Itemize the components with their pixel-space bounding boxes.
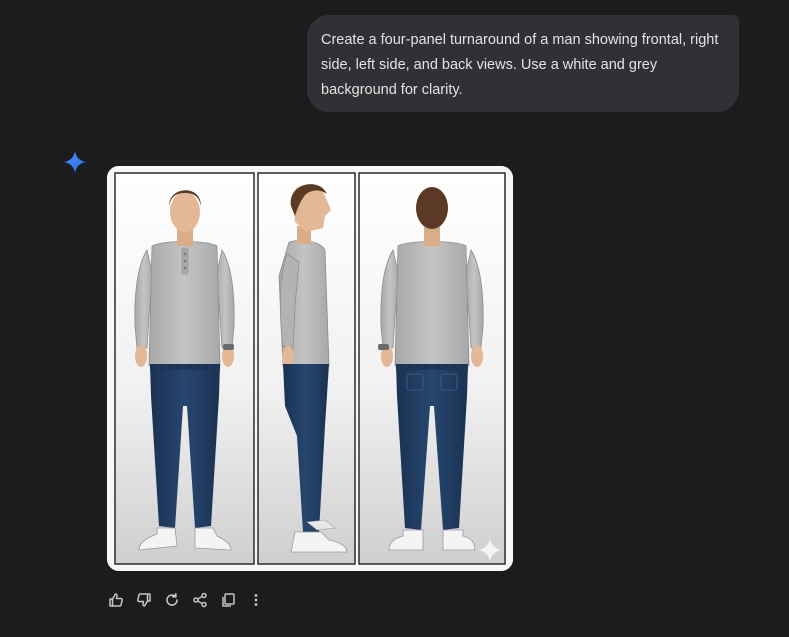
front-view-panel [114,172,255,565]
thumbs-up-icon[interactable] [106,590,126,610]
share-icon[interactable] [190,590,210,610]
back-view-panel [358,172,506,565]
gemini-sparkle-icon [64,151,86,173]
user-message-text: Create a four-panel turnaround of a man … [321,32,719,98]
redo-icon[interactable] [162,590,182,610]
side-view-panel [257,172,356,565]
response-actions [106,590,274,610]
thumbs-down-icon[interactable] [134,590,154,610]
more-options-icon[interactable] [246,590,266,610]
generated-image[interactable] [107,166,513,571]
copy-icon[interactable] [218,590,238,610]
user-message-bubble: Create a four-panel turnaround of a man … [307,15,739,112]
chat-page: Create a four-panel turnaround of a man … [0,0,789,637]
